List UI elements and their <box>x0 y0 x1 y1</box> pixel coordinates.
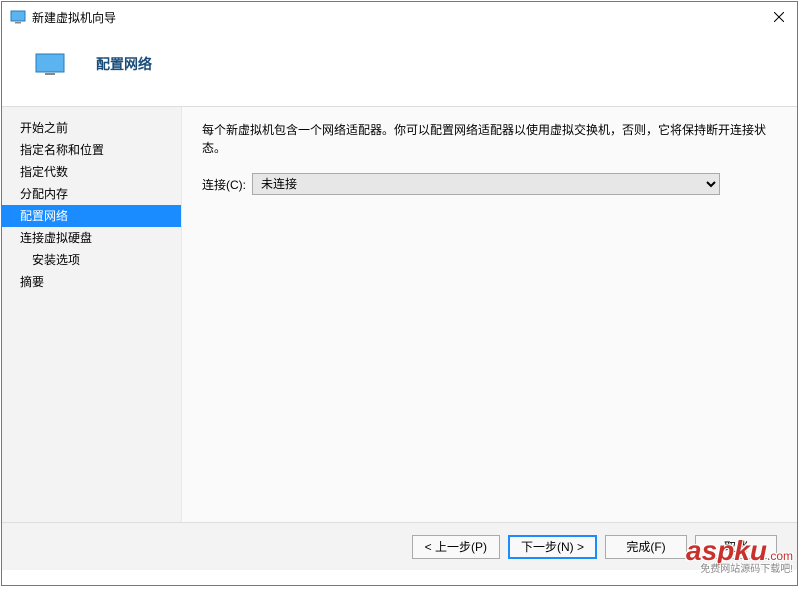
connection-select[interactable]: 未连接 <box>252 173 720 195</box>
sidebar-item-vhd[interactable]: 连接虚拟硬盘 <box>2 227 181 249</box>
app-icon <box>10 10 26 24</box>
sidebar-item-name-location[interactable]: 指定名称和位置 <box>2 139 181 161</box>
close-button[interactable] <box>769 7 789 27</box>
sidebar-item-summary[interactable]: 摘要 <box>2 271 181 293</box>
sidebar-item-before-start[interactable]: 开始之前 <box>2 117 181 139</box>
window-title: 新建虚拟机向导 <box>32 9 769 26</box>
connection-row: 连接(C): 未连接 <box>202 173 777 195</box>
wizard-window: 新建虚拟机向导 配置网络 开始之前 指定名称和位置 指定代数 分配内存 配置网络… <box>1 1 798 586</box>
cancel-button[interactable]: 取消 <box>695 535 777 559</box>
connection-label: 连接(C): <box>202 176 246 193</box>
sidebar-item-memory[interactable]: 分配内存 <box>2 183 181 205</box>
content: 每个新虚拟机包含一个网络适配器。你可以配置网络适配器以使用虚拟交换机，否则，它将… <box>182 107 797 522</box>
finish-button[interactable]: 完成(F) <box>605 535 687 559</box>
prev-button[interactable]: < 上一步(P) <box>412 535 500 559</box>
titlebar: 新建虚拟机向导 <box>2 2 797 32</box>
page-title: 配置网络 <box>96 54 152 74</box>
sidebar-item-install-options[interactable]: 安装选项 <box>2 249 181 271</box>
next-button[interactable]: 下一步(N) > <box>508 535 597 559</box>
content-description: 每个新虚拟机包含一个网络适配器。你可以配置网络适配器以使用虚拟交换机，否则，它将… <box>202 121 777 157</box>
header-icon <box>34 52 66 76</box>
sidebar: 开始之前 指定名称和位置 指定代数 分配内存 配置网络 连接虚拟硬盘 安装选项 … <box>2 107 182 522</box>
sidebar-item-generation[interactable]: 指定代数 <box>2 161 181 183</box>
sidebar-item-network[interactable]: 配置网络 <box>2 205 181 227</box>
body: 开始之前 指定名称和位置 指定代数 分配内存 配置网络 连接虚拟硬盘 安装选项 … <box>2 106 797 522</box>
footer: < 上一步(P) 下一步(N) > 完成(F) 取消 <box>2 522 797 570</box>
header: 配置网络 <box>2 32 797 106</box>
